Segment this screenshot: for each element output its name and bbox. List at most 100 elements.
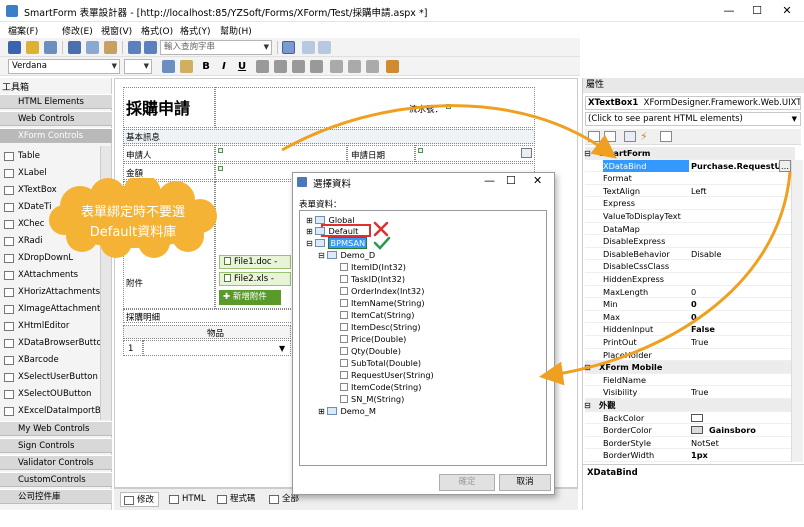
- font-select[interactable]: Verdana ▼: [8, 59, 120, 74]
- parent-selector[interactable]: (Click to see parent HTML elements) ▼: [585, 112, 801, 126]
- property-value[interactable]: NotSet: [691, 437, 791, 450]
- list-icon[interactable]: [330, 60, 343, 73]
- indent-icon[interactable]: [366, 60, 379, 73]
- object-selector[interactable]: XTextBox1 XFormDesigner.Framework.Web.UI…: [585, 96, 801, 110]
- tree-field[interactable]: ItemCode(String): [340, 382, 421, 392]
- property-category[interactable]: 外觀 ⊟: [584, 399, 795, 412]
- property-row[interactable]: Min 0: [585, 298, 795, 311]
- tree-field[interactable]: TaskID(Int32): [340, 274, 405, 284]
- toolbox-item[interactable]: XExcelDataImportB...: [0, 403, 100, 420]
- toolbox-group-custom[interactable]: CustomControls: [0, 472, 112, 487]
- property-value[interactable]: Purchase.RequestUse: [691, 160, 791, 173]
- menu-format-y[interactable]: 格式(Y): [180, 24, 211, 37]
- categorized-icon[interactable]: [588, 131, 600, 142]
- property-row[interactable]: FieldName: [585, 374, 795, 387]
- property-value[interactable]: True: [691, 386, 791, 399]
- outdent-icon[interactable]: [348, 60, 361, 73]
- undo-icon[interactable]: [128, 41, 141, 54]
- sort-az-icon[interactable]: [604, 131, 616, 142]
- property-row[interactable]: Visibility True: [585, 386, 795, 399]
- align-right-icon[interactable]: [292, 60, 305, 73]
- menu-help[interactable]: 幫助(H): [220, 24, 252, 37]
- toolbox-item[interactable]: XDataBrowserButton: [0, 335, 100, 352]
- file-item[interactable]: File1.doc -: [219, 255, 291, 269]
- file-item[interactable]: File2.xls -: [219, 272, 291, 286]
- property-row[interactable]: HiddenExpress: [585, 273, 795, 286]
- property-row[interactable]: DisableExpress: [585, 235, 795, 248]
- design-grid-icon[interactable]: [282, 41, 295, 54]
- toolbox-item[interactable]: XSelectUserButton: [0, 369, 100, 386]
- toolbox-item[interactable]: XSelectOUButton: [0, 386, 100, 403]
- italic-button[interactable]: I: [216, 59, 232, 74]
- property-row[interactable]: BackColor: [585, 412, 795, 425]
- collapse-icon[interactable]: ⊟: [584, 399, 591, 412]
- underline-button[interactable]: U: [234, 59, 250, 74]
- property-value[interactable]: True: [691, 336, 791, 349]
- property-value[interactable]: False: [691, 323, 791, 336]
- menu-view[interactable]: 視窗(V): [101, 24, 132, 37]
- open-icon[interactable]: [26, 41, 39, 54]
- property-row[interactable]: PrintOut True: [585, 336, 795, 349]
- font-color-icon[interactable]: [162, 60, 175, 73]
- toolbox-item[interactable]: XImageAttachment: [0, 301, 100, 318]
- property-row[interactable]: DisableCssClass: [585, 260, 795, 273]
- tree-field[interactable]: ItemID(Int32): [340, 262, 406, 272]
- toolbox-group-validator[interactable]: Validator Controls: [0, 455, 112, 470]
- property-row[interactable]: Max 0: [585, 311, 795, 324]
- events-icon[interactable]: ⚡: [640, 130, 648, 143]
- property-row[interactable]: PlaceHolder: [585, 349, 795, 362]
- property-row[interactable]: ValueToDisplayText: [585, 210, 795, 223]
- tree-node-demo-d[interactable]: ⊟ Demo_D: [318, 250, 375, 260]
- align-left-icon[interactable]: [256, 60, 269, 73]
- applicant-input[interactable]: [215, 145, 347, 162]
- save-icon[interactable]: [8, 41, 21, 54]
- property-pages-icon[interactable]: [660, 131, 672, 142]
- bold-button[interactable]: B: [198, 59, 214, 74]
- toolbox-group-html[interactable]: HTML Elements: [0, 94, 112, 109]
- ellipsis-button[interactable]: …: [779, 159, 791, 172]
- tab-code[interactable]: 程式碼: [214, 492, 260, 507]
- serial-cell[interactable]: [215, 87, 535, 128]
- toolbox-item[interactable]: Table: [0, 148, 100, 165]
- tree-field[interactable]: ItemDesc(String): [340, 322, 421, 332]
- tab-design[interactable]: 修改: [120, 492, 160, 507]
- collapse-icon[interactable]: ⊟: [584, 147, 591, 160]
- toolbox-group-sign[interactable]: Sign Controls: [0, 438, 112, 453]
- cut-icon[interactable]: [68, 41, 81, 54]
- toolbox-group-myweb[interactable]: My Web Controls: [0, 421, 112, 436]
- tree-field[interactable]: ItemCat(String): [340, 310, 414, 320]
- save-all-icon[interactable]: [44, 41, 57, 54]
- toolbox-item[interactable]: XAttachments: [0, 267, 100, 284]
- size-select[interactable]: ▼: [124, 59, 152, 74]
- align-center-icon[interactable]: [274, 60, 287, 73]
- tree-field[interactable]: OrderIndex(Int32): [340, 286, 424, 296]
- data-tree[interactable]: ⊞ Global ⊞ Default ⊟ BPMSAN ⊟ Demo_D Ite…: [299, 210, 547, 466]
- menu-file[interactable]: 檔案(F): [8, 24, 38, 37]
- property-value[interactable]: 0: [691, 286, 791, 299]
- property-value[interactable]: Disable: [691, 248, 791, 261]
- property-row[interactable]: DataMap: [585, 223, 795, 236]
- close-button[interactable]: ✕: [774, 3, 800, 19]
- property-row[interactable]: TextAlign Left: [585, 185, 795, 198]
- property-value[interactable]: 0: [691, 298, 791, 311]
- property-value[interactable]: Gainsboro: [709, 424, 804, 437]
- calendar-icon[interactable]: [521, 148, 532, 158]
- menu-format[interactable]: 格式(O): [141, 24, 173, 37]
- tab-html[interactable]: HTML: [166, 492, 210, 507]
- properties-icon[interactable]: [624, 131, 636, 142]
- property-row[interactable]: BorderColor Gainsboro: [585, 424, 795, 437]
- toolbox-group-xform[interactable]: XForm Controls: [0, 128, 112, 143]
- property-row[interactable]: HiddenInput False: [585, 323, 795, 336]
- collapse-icon[interactable]: ⊟: [584, 361, 591, 374]
- tree-node-default[interactable]: ⊞ Default: [306, 226, 358, 236]
- property-row[interactable]: DisableBehavior Disable: [585, 248, 795, 261]
- highlight-icon[interactable]: [180, 60, 193, 73]
- property-row[interactable]: MaxLength 0: [585, 286, 795, 299]
- grid-icon[interactable]: [318, 41, 331, 54]
- tree-field[interactable]: Qty(Double): [340, 346, 401, 356]
- ok-button[interactable]: 確定: [439, 474, 495, 491]
- toolbox-group-web[interactable]: Web Controls: [0, 111, 112, 126]
- toolbox-group-company[interactable]: 公司控件庫: [0, 489, 112, 504]
- toolbox-item[interactable]: XHorizAttachments: [0, 284, 100, 301]
- apply-date-input[interactable]: [415, 145, 535, 162]
